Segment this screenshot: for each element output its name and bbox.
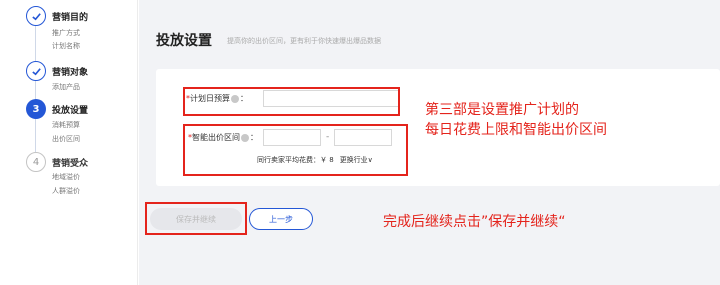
step-sub-bid-range[interactable]: 出价区间	[52, 134, 80, 144]
step-number-badge: 3	[26, 99, 46, 119]
step-title-audience[interactable]: 营销受众	[52, 156, 88, 169]
check-icon	[26, 6, 46, 26]
step-title-target[interactable]: 营销对象	[52, 65, 88, 78]
step-title-purpose[interactable]: 营销目的	[52, 10, 88, 23]
page-hint: 提高你的出价区间，更有利于你快速爆出爆品数据	[227, 37, 381, 45]
step-connector	[35, 118, 36, 152]
annotation-note-line1: 第三部是设置推广计划的	[425, 102, 579, 118]
step-sidebar: 营销目的 推广方式 计划名称 营销对象 添加产品 3 投放设置 消耗预算 出价区…	[0, 0, 138, 285]
step-sub-add-product[interactable]: 添加产品	[52, 82, 80, 92]
annotation-note-line2: 每日花费上限和智能出价区间	[425, 122, 607, 138]
annotation-note-save: 完成后继续点击”保存并继续“	[383, 214, 566, 230]
prev-step-button[interactable]: 上一步	[249, 208, 313, 230]
annotation-box-bid	[183, 124, 408, 176]
step-connector	[35, 26, 36, 61]
check-icon	[26, 61, 46, 81]
step-sub-region-premium[interactable]: 地域溢价	[52, 172, 80, 182]
step-sub-promo-method[interactable]: 推广方式	[52, 28, 80, 38]
step-sub-crowd-premium[interactable]: 人群溢价	[52, 186, 80, 196]
step-sub-plan-name[interactable]: 计划名称	[52, 41, 80, 51]
save-continue-button[interactable]: 保存并继续	[150, 208, 242, 230]
page-title: 投放设置	[156, 33, 212, 49]
annotation-box-budget	[183, 87, 400, 116]
step-sub-budget[interactable]: 消耗预算	[52, 120, 80, 130]
step-number-badge: 4	[26, 152, 46, 172]
step-title-delivery[interactable]: 投放设置	[52, 103, 88, 116]
